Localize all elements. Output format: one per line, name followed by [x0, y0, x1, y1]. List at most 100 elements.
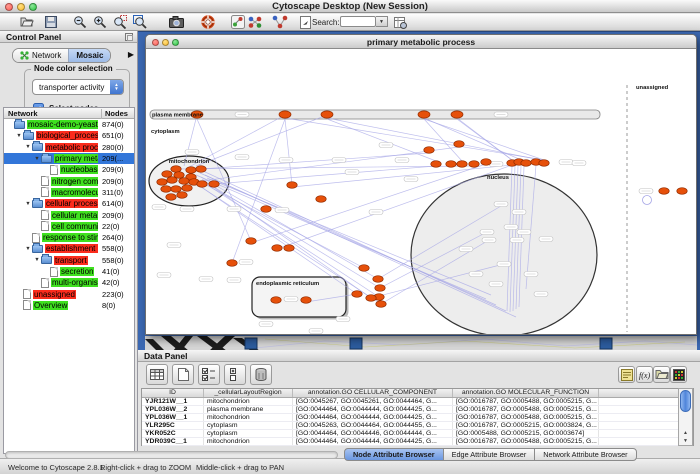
attribute-settings-icon[interactable]	[390, 15, 410, 29]
column-header[interactable]: ID	[142, 389, 204, 397]
graph-node[interactable]	[186, 167, 196, 174]
expander-icon[interactable]: ▼	[33, 156, 41, 162]
graph-node[interactable]	[457, 161, 467, 168]
graph-node[interactable]	[157, 179, 167, 186]
table-row[interactable]: YPL036W__2plasma membrane[GO:0044464, GO…	[142, 406, 693, 414]
table-row[interactable]: YKR052Ccytoplasm[GO:0044464, GO:0044446,…	[142, 430, 693, 438]
help-icon[interactable]	[198, 15, 218, 29]
graph-node[interactable]	[301, 297, 311, 304]
tree-row[interactable]: cell communicat22(0)	[4, 221, 134, 232]
graph-node[interactable]	[321, 111, 333, 118]
expander-icon[interactable]: ▼	[24, 246, 32, 252]
column-header[interactable]: _cellularLayoutRegion	[204, 389, 293, 397]
graph-edge[interactable]	[204, 181, 380, 288]
tree-row[interactable]: unassigned223(0)	[4, 288, 134, 299]
graph-node[interactable]	[539, 160, 549, 167]
save-session-icon[interactable]	[41, 15, 61, 29]
tree-row[interactable]: ▼transport558(0)	[4, 255, 134, 266]
expander-icon[interactable]: ▼	[33, 257, 41, 263]
export-image-icon[interactable]	[166, 15, 186, 29]
graph-node[interactable]	[272, 245, 282, 252]
graph-node[interactable]	[177, 192, 187, 199]
float-window-icon[interactable]	[125, 33, 133, 41]
graph-edge[interactable]	[191, 177, 364, 268]
zoom-out-icon[interactable]	[70, 15, 90, 29]
graph-node[interactable]	[196, 166, 206, 173]
layout-two-icon[interactable]	[270, 15, 290, 29]
create-attribute-icon[interactable]	[172, 364, 194, 385]
zoom-in-icon[interactable]	[90, 15, 110, 29]
graph-node[interactable]	[197, 181, 207, 188]
column-header[interactable]: annotation.GO CELLULAR_COMPONENT	[293, 389, 453, 397]
search-dropdown-icon[interactable]: ▼	[376, 16, 388, 27]
graph-node[interactable]	[469, 161, 479, 168]
graph-node[interactable]	[431, 161, 441, 168]
scrollbar-thumb[interactable]	[680, 390, 691, 412]
graph-node[interactable]	[167, 177, 177, 184]
tab-node-attribute-browser[interactable]: Node Attribute Browser	[344, 448, 444, 461]
tab-scroll-right-icon[interactable]: ▶	[128, 51, 134, 59]
graph-node[interactable]	[446, 161, 456, 168]
graph-node[interactable]	[271, 297, 281, 304]
graph-node[interactable]	[677, 188, 687, 195]
expander-icon[interactable]: ▼	[24, 144, 32, 150]
zoom-selected-icon[interactable]	[110, 15, 130, 29]
graph-node[interactable]	[659, 188, 669, 195]
tree-row[interactable]: nucleobase-co209(0)	[4, 164, 134, 175]
tree-row[interactable]: mosaic-demo-yeast874(0)	[4, 119, 134, 130]
graph-edge[interactable]	[424, 119, 544, 160]
network-frame-titlebar[interactable]: primary metabolic process	[146, 35, 696, 49]
open-session-icon[interactable]	[17, 15, 37, 29]
graph-node[interactable]	[359, 265, 369, 272]
graph-node[interactable]	[209, 181, 219, 188]
graph-node[interactable]	[166, 194, 176, 201]
tree-row[interactable]: ▼metabolic process280(0)	[4, 142, 134, 153]
graph-node[interactable]	[171, 186, 181, 193]
graph-edge[interactable]	[194, 147, 459, 182]
import-attributes-icon[interactable]	[653, 366, 670, 383]
tab-mosaic[interactable]: Mosaic	[68, 49, 110, 62]
table-row[interactable]: YJR121W__1mitochondrion[GO:0045267, GO:0…	[142, 398, 693, 406]
tree-row[interactable]: response to stimulu264(0)	[4, 232, 134, 243]
tree-row[interactable]: multi-organism pro42(0)	[4, 277, 134, 288]
graph-node[interactable]	[171, 166, 181, 173]
graph-node[interactable]	[227, 260, 237, 267]
formula-builder-icon[interactable]: f(x)	[636, 366, 653, 383]
layout-one-icon[interactable]	[245, 15, 265, 29]
graph-node[interactable]	[352, 291, 362, 298]
notes-icon[interactable]	[618, 366, 635, 383]
graph-node[interactable]	[418, 111, 430, 118]
graph-node[interactable]	[521, 160, 531, 167]
scroll-down-icon[interactable]: ▼	[679, 437, 692, 445]
attribute-matrix-icon[interactable]	[670, 366, 687, 383]
graph-edge[interactable]	[196, 115, 327, 166]
graph-node[interactable]	[375, 285, 385, 292]
graph-node[interactable]	[279, 111, 291, 118]
tree-row[interactable]: secretion41(0)	[4, 266, 134, 277]
graph-node[interactable]	[454, 141, 464, 148]
table-row[interactable]: YDR039C__1mitochondrion[GO:0044464, GO:0…	[142, 438, 693, 446]
graph-node[interactable]	[376, 301, 386, 308]
table-row[interactable]: YLR295Ccytoplasm[GO:0045263, GO:0044464,…	[142, 422, 693, 430]
scroll-up-icon[interactable]: ▲	[679, 429, 692, 437]
tree-row[interactable]: nitrogen compo209(0)	[4, 175, 134, 186]
tree-row[interactable]: macromolecule311(0)	[4, 187, 134, 198]
graph-node[interactable]	[162, 171, 172, 178]
select-columns-icon[interactable]	[146, 364, 168, 385]
tree-row[interactable]: Overview8(0)	[4, 300, 134, 311]
zoom-fit-icon[interactable]	[130, 15, 150, 29]
tree-row[interactable]: cellular metabo209(0)	[4, 209, 134, 220]
tree-column-nodes[interactable]: Nodes	[101, 109, 134, 119]
graph-node[interactable]	[182, 185, 192, 192]
network-canvas[interactable]: plasma membranecytoplasmmitochondrionnuc…	[146, 49, 696, 334]
graph-node[interactable]	[246, 238, 256, 245]
graph-node[interactable]	[424, 147, 434, 154]
graph-node[interactable]	[316, 196, 326, 203]
tree-column-network[interactable]: Network	[8, 109, 38, 118]
graph-node[interactable]	[373, 276, 383, 283]
tab-network[interactable]: Network	[13, 49, 68, 62]
select-attributes-icon[interactable]	[198, 364, 220, 385]
expander-icon[interactable]: ▼	[15, 133, 23, 139]
graph-node[interactable]	[261, 206, 271, 213]
tab-network-attribute-browser[interactable]: Network Attribute Browser	[534, 448, 636, 461]
